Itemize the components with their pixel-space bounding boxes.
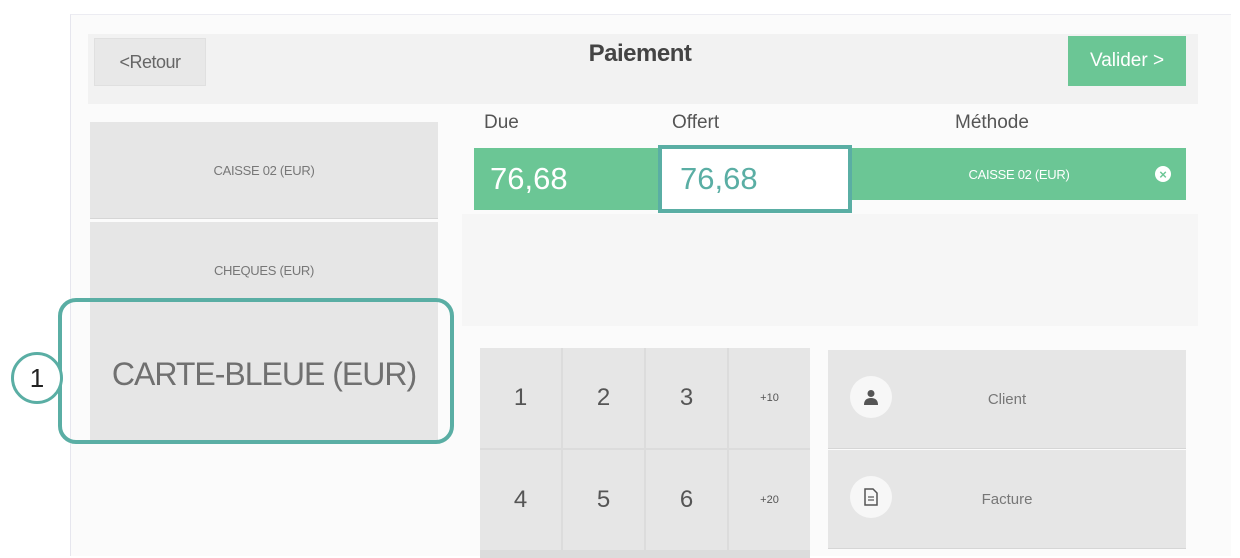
remove-line-icon[interactable]: × — [1155, 166, 1171, 182]
invoice-label: Facture — [981, 490, 1033, 508]
page-title: Paiement — [588, 40, 692, 67]
payment-line-method[interactable]: CAISSE 02 (EUR) — [852, 148, 1186, 200]
key-6[interactable]: 6 — [646, 450, 727, 550]
client-button[interactable]: Client — [828, 350, 1186, 449]
due-amount: 76,68 — [474, 148, 658, 210]
key-2[interactable]: 2 — [563, 348, 644, 448]
key-3[interactable]: 3 — [646, 348, 727, 448]
method-caisse[interactable]: CAISSE 02 (EUR) — [90, 122, 438, 219]
due-column-label: Due — [484, 112, 519, 133]
validate-button[interactable]: Valider > — [1068, 36, 1186, 86]
offered-amount-input[interactable]: 76,68 — [658, 145, 852, 213]
callout-marker: 1 — [11, 352, 63, 404]
key-1[interactable]: 1 — [480, 348, 561, 448]
payment-lines-area — [462, 214, 1198, 326]
key-4[interactable]: 4 — [480, 450, 561, 550]
key-plus-20[interactable]: +20 — [729, 450, 810, 550]
client-label: Client — [987, 390, 1027, 408]
method-column-label: Méthode — [955, 112, 1029, 133]
offered-column-label: Offert — [672, 112, 720, 133]
invoice-button[interactable]: Facture — [828, 450, 1186, 549]
selection-highlight — [58, 298, 454, 444]
key-plus-10[interactable]: +10 — [729, 348, 810, 448]
back-button[interactable]: <Retour — [94, 38, 206, 86]
key-5[interactable]: 5 — [563, 450, 644, 550]
numeric-keypad: 1 2 3 +10 4 5 6 +20 — [480, 348, 810, 558]
